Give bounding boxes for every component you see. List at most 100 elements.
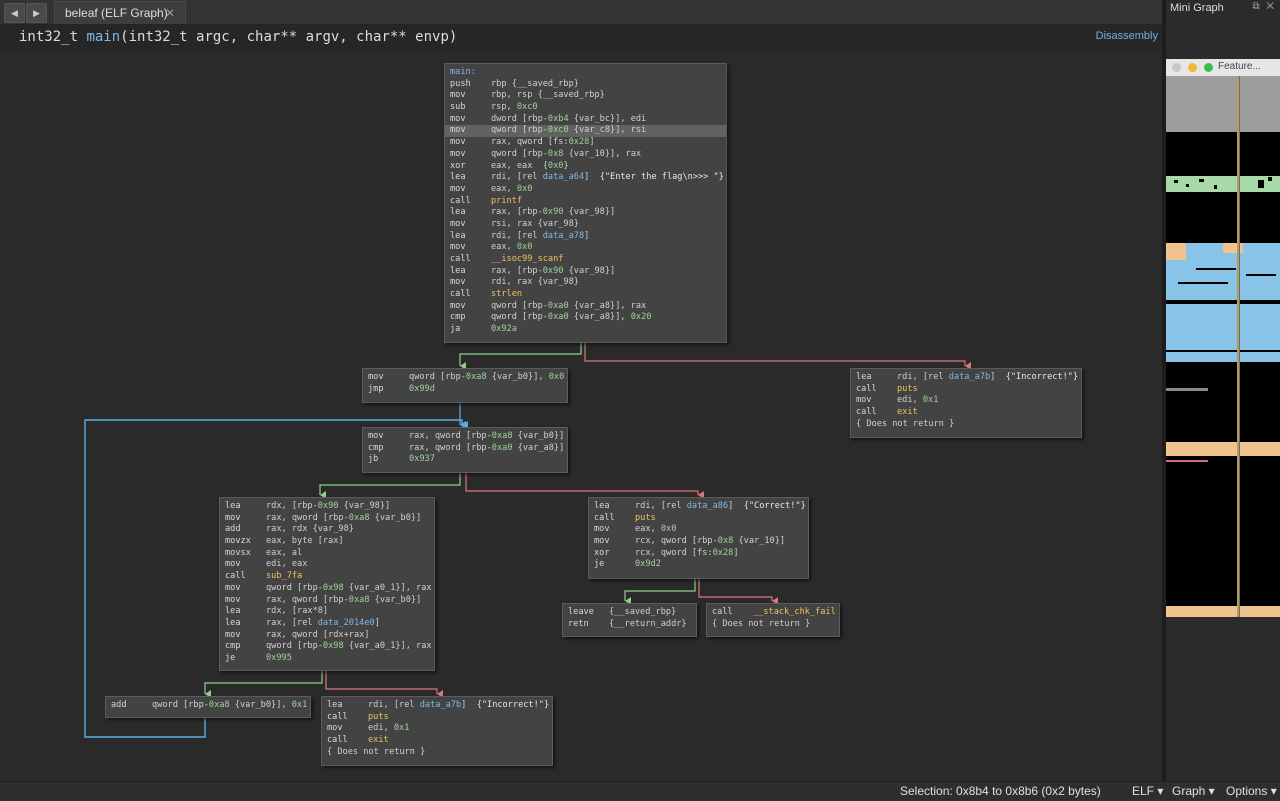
data-ref[interactable]: data_a7b [420, 700, 461, 710]
asm-line[interactable]: cmp qword [rbp-0xa0 {var_a8}], 0x20 [445, 312, 726, 324]
immediate-value[interactable]: 0xa0 [492, 443, 513, 453]
asm-line[interactable]: { Does not return } [707, 619, 839, 631]
immediate-value[interactable]: 0x1 [394, 723, 410, 733]
asm-line[interactable]: cmp rax, qword [rbp-0xa0 {var_a8}] [363, 443, 567, 455]
symbol-ref[interactable]: puts [368, 712, 389, 722]
immediate-value[interactable]: 0x8 [718, 536, 734, 546]
data-ref[interactable]: data_a86 [687, 501, 728, 511]
asm-line[interactable]: mov qword [rbp-0xa0 {var_a8}], rax [445, 301, 726, 313]
immediate-value[interactable]: 0x28 [713, 548, 734, 558]
immediate-value[interactable]: 0x1 [292, 700, 308, 710]
view-dropdown[interactable]: Graph ▾ [1172, 784, 1215, 798]
immediate-value[interactable]: 0x1 [923, 395, 939, 405]
asm-line[interactable]: mov eax, 0x0 [445, 242, 726, 254]
asm-line[interactable]: mov rdi, rax {var_98} [445, 277, 726, 289]
symbol-ref[interactable]: sub_7fa [266, 571, 302, 581]
asm-line[interactable]: call puts [589, 513, 808, 525]
asm-line[interactable]: je 0x995 [220, 653, 434, 665]
asm-line[interactable]: xor rcx, qword [fs:0x28] [589, 548, 808, 560]
symbol-ref[interactable]: printf [491, 196, 522, 206]
symbol-ref[interactable]: exit [368, 735, 389, 745]
asm-line[interactable]: main: [445, 67, 726, 79]
asm-line[interactable]: mov rbp, rsp {__saved_rbp} [445, 90, 726, 102]
asm-line[interactable]: call strlen [445, 289, 726, 301]
asm-line[interactable]: jb 0x937 [363, 454, 567, 466]
immediate-value[interactable]: 0x0 [549, 372, 565, 382]
basic-block-stack-chk-fail[interactable]: call __stack_chk_fail{ Does not return } [706, 603, 840, 637]
asm-line[interactable]: mov rax, qword [rbp-0xa8 {var_b0}] [220, 513, 434, 525]
asm-line[interactable]: mov rsi, rax {var_98} [445, 219, 726, 231]
immediate-value[interactable]: 0xc0 [517, 102, 538, 112]
data-ref[interactable]: data_a64 [543, 172, 584, 182]
asm-line[interactable]: lea rdi, [rel data_a7b] {"Incorrect!"} [322, 700, 552, 712]
asm-line[interactable]: retn {__return_addr} [563, 619, 696, 631]
asm-line[interactable]: mov edi, 0x1 [851, 395, 1081, 407]
immediate-value[interactable]: 0xa8 [492, 431, 513, 441]
immediate-value[interactable]: 0x20 [631, 312, 652, 322]
function-name[interactable]: main [86, 29, 120, 45]
immediate-value[interactable]: 0xa8 [466, 372, 487, 382]
data-ref[interactable]: data_a7b [949, 372, 990, 382]
asm-line[interactable]: lea rdx, [rax*8] [220, 606, 434, 618]
asm-line[interactable]: mov rcx, qword [rbp-0x8 {var_10}] [589, 536, 808, 548]
asm-line[interactable]: lea rax, [rbp-0x90 {var_98}] [445, 266, 726, 278]
basic-block-incorrect-char[interactable]: lea rdi, [rel data_a7b] {"Incorrect!"} cal… [321, 696, 553, 766]
asm-line[interactable]: call __isoc99_scanf [445, 254, 726, 266]
asm-line[interactable]: mov rax, qword [rbp-0xa8 {var_b0}] [220, 595, 434, 607]
symbol-ref[interactable]: puts [635, 513, 656, 523]
tab-beleaf-graph[interactable]: beleaf (ELF Graph) ✕ [54, 1, 186, 24]
close-icon[interactable]: ✕ [165, 2, 175, 25]
symbol-ref[interactable]: __isoc99_scanf [491, 254, 563, 264]
asm-line[interactable]: call exit [851, 407, 1081, 419]
view-mode-button[interactable]: Disassembly [1096, 30, 1158, 42]
asm-line[interactable]: lea rax, [rbp-0x90 {var_98}] [445, 207, 726, 219]
asm-line[interactable]: movsx eax, al [220, 548, 434, 560]
asm-line[interactable]: call exit [322, 735, 552, 747]
minimize-light-icon[interactable] [1188, 63, 1197, 72]
asm-line[interactable]: call __stack_chk_fail [707, 607, 839, 619]
feature-map-canvas[interactable] [1166, 76, 1280, 617]
immediate-value[interactable]: 0x99d [409, 384, 435, 394]
asm-line[interactable]: movzx eax, byte [rax] [220, 536, 434, 548]
immediate-value[interactable]: 0x0 [661, 524, 677, 534]
basic-block-loop-header[interactable]: mov rax, qword [rbp-0xa8 {var_b0}] cmp rax,… [362, 427, 568, 473]
immediate-value[interactable]: 0xc0 [548, 125, 569, 135]
close-light-icon[interactable] [1172, 63, 1181, 72]
basic-block-correct[interactable]: lea rdi, [rel data_a86] {"Correct!"} call p… [588, 497, 809, 579]
basic-block-increment[interactable]: add qword [rbp-0xa8 {var_b0}], 0x1 [105, 696, 311, 718]
asm-line[interactable]: jmp 0x99d [363, 384, 567, 396]
asm-line[interactable]: lea rdi, [rel data_a86] {"Correct!"} [589, 501, 808, 513]
asm-line[interactable]: mov rax, qword [rbp-0xa8 {var_b0}] [363, 431, 567, 443]
immediate-value[interactable]: 0x90 [543, 207, 564, 217]
asm-line[interactable]: mov eax, 0x0 [589, 524, 808, 536]
immediate-value[interactable]: 0x995 [266, 653, 292, 663]
immediate-value[interactable]: 0x90 [543, 266, 564, 276]
immediate-value[interactable]: 0x9d2 [635, 559, 661, 569]
asm-line[interactable]: add qword [rbp-0xa8 {var_b0}], 0x1 [106, 700, 310, 712]
asm-line[interactable]: call puts [322, 712, 552, 724]
asm-line[interactable]: leave {__saved_rbp} [563, 607, 696, 619]
immediate-value[interactable]: 0x0 [517, 184, 533, 194]
immediate-value[interactable]: 0x0 [517, 242, 533, 252]
basic-block-return[interactable]: leave {__saved_rbp} retn {__return_addr} [562, 603, 697, 637]
asm-line[interactable]: mov eax, 0x0 [445, 184, 726, 196]
immediate-value[interactable]: 0xa0 [548, 301, 569, 311]
asm-line[interactable]: mov rax, qword [fs:0x28] [445, 137, 726, 149]
basic-block-init-counter[interactable]: mov qword [rbp-0xa8 {var_b0}], 0x0 jmp 0x99… [362, 368, 568, 403]
data-ref[interactable]: data_a78 [543, 231, 584, 241]
symbol-ref[interactable]: __stack_chk_fail [753, 607, 836, 617]
asm-line[interactable]: push rbp {__saved_rbp} [445, 79, 726, 91]
asm-line[interactable]: call sub_7fa [220, 571, 434, 583]
immediate-value[interactable]: 0x8 [548, 149, 564, 159]
panel-controls-icon[interactable]: ⧉ ✕ [1252, 1, 1276, 12]
asm-line[interactable]: mov edi, eax [220, 559, 434, 571]
immediate-value[interactable]: 0x98 [323, 583, 344, 593]
asm-line[interactable]: lea rdx, [rbp-0x90 {var_98}] [220, 501, 434, 513]
asm-line[interactable]: { Does not return } [322, 747, 552, 759]
asm-line[interactable]: je 0x9d2 [589, 559, 808, 571]
immediate-value[interactable]: 0xa8 [209, 700, 230, 710]
asm-line[interactable]: mov rax, qword [rdx+rax] [220, 630, 434, 642]
asm-line[interactable]: mov qword [rbp-0xc0 {var_c8}], rsi [445, 125, 726, 138]
asm-line[interactable]: cmp qword [rbp-0x98 {var_a0_1}], rax [220, 641, 434, 653]
asm-line[interactable]: mov qword [rbp-0xa8 {var_b0}], 0x0 [363, 372, 567, 384]
